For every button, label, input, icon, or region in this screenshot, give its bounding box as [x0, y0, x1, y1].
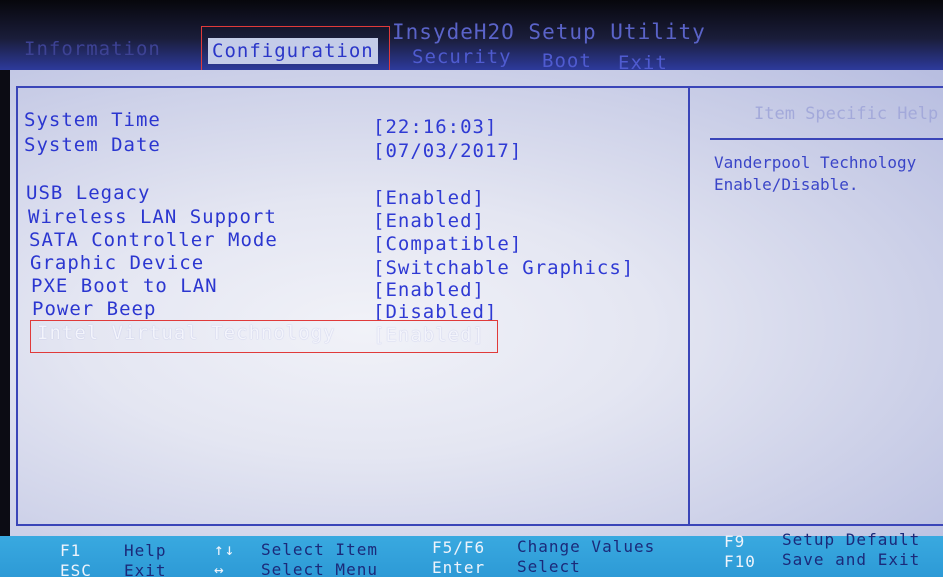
- key-updown-desc: Select Item: [261, 540, 378, 559]
- bios-screen: InsydeH2O Setup Utility Information Conf…: [0, 0, 943, 577]
- help-line-1: Vanderpool Technology: [714, 153, 917, 172]
- tab-boot[interactable]: Boot: [542, 50, 592, 72]
- setting-value-graphic-device[interactable]: [Switchable Graphics]: [373, 257, 634, 279]
- setting-label-system-date[interactable]: System Date: [24, 134, 161, 156]
- key-f10-desc: Save and Exit: [782, 550, 921, 569]
- help-separator: [710, 138, 943, 140]
- setting-value-wireless-lan[interactable]: [Enabled]: [373, 210, 485, 232]
- tab-security[interactable]: Security: [412, 46, 512, 68]
- key-f9-desc: Setup Default: [782, 530, 921, 549]
- configuration-tab-highlight: [201, 26, 390, 72]
- setting-label-pxe-boot[interactable]: PXE Boot to LAN: [31, 275, 218, 297]
- key-leftright-desc: Select Menu: [261, 560, 378, 577]
- setting-label-wireless-lan[interactable]: Wireless LAN Support: [28, 206, 277, 228]
- setting-value-pxe-boot[interactable]: [Enabled]: [373, 279, 485, 301]
- key-f10: F10: [724, 552, 756, 571]
- key-f5f6-desc: Change Values: [517, 537, 656, 556]
- key-esc-desc: Exit: [124, 561, 167, 577]
- tab-information[interactable]: Information: [24, 38, 161, 60]
- intel-vt-highlight: [30, 320, 498, 353]
- key-enter-desc: Select: [517, 557, 581, 576]
- key-enter: Enter: [432, 558, 486, 577]
- key-leftright: ↔: [214, 560, 225, 577]
- setting-label-power-beep[interactable]: Power Beep: [32, 298, 156, 320]
- setting-value-system-time[interactable]: [22:16:03]: [373, 116, 497, 138]
- setting-label-system-time[interactable]: System Time: [24, 109, 161, 131]
- setting-value-usb-legacy[interactable]: [Enabled]: [373, 187, 485, 209]
- app-title: InsydeH2O Setup Utility: [392, 20, 706, 44]
- key-f1-desc: Help: [124, 541, 167, 560]
- key-f5f6: F5/F6: [432, 538, 486, 557]
- help-line-2: Enable/Disable.: [714, 175, 859, 194]
- panel-divider: [688, 86, 690, 526]
- key-esc: ESC: [60, 561, 92, 577]
- title-bar: InsydeH2O Setup Utility Information Conf…: [0, 0, 943, 74]
- key-f1: F1: [60, 541, 82, 560]
- setting-label-usb-legacy[interactable]: USB Legacy: [26, 182, 150, 204]
- setting-label-graphic-device[interactable]: Graphic Device: [30, 252, 204, 274]
- setting-label-sata-mode[interactable]: SATA Controller Mode: [29, 229, 278, 251]
- help-header: Item Specific Help: [754, 104, 939, 124]
- key-f9: F9: [724, 532, 746, 551]
- setting-value-system-date[interactable]: [07/03/2017]: [373, 140, 522, 162]
- setting-value-sata-mode[interactable]: [Compatible]: [373, 233, 522, 255]
- key-updown: ↑↓: [214, 540, 236, 559]
